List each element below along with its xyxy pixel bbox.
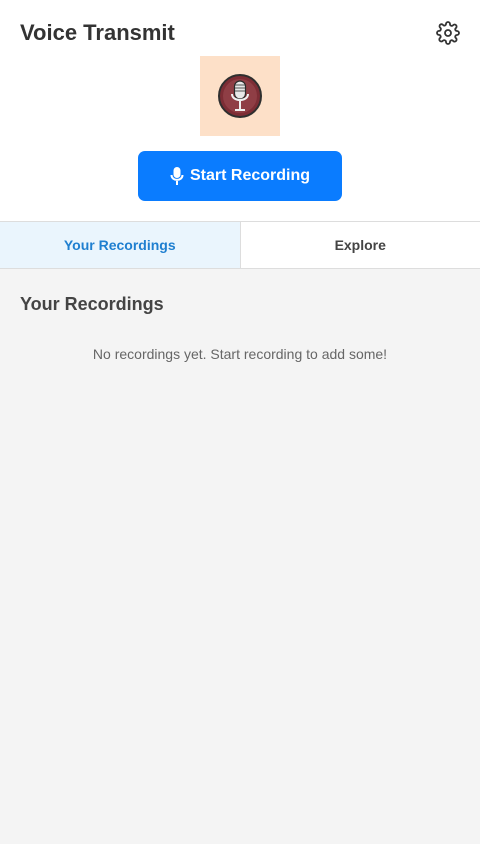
app-title: Voice Transmit [20, 20, 175, 45]
header: Voice Transmit Start Recording [0, 0, 480, 222]
empty-recordings-message: No recordings yet. Start recording to ad… [92, 346, 388, 362]
gear-icon [436, 21, 460, 45]
recordings-panel: Your Recordings No recordings yet. Start… [0, 269, 480, 844]
app-root: Voice Transmit Start Recording Your Reco… [0, 0, 480, 844]
app-logo [200, 56, 280, 136]
settings-button[interactable] [434, 19, 462, 47]
microphone-logo-icon [218, 74, 262, 118]
start-recording-button[interactable]: Start Recording [138, 151, 342, 201]
tab-bar: Your Recordings Explore [0, 221, 480, 269]
tab-explore[interactable]: Explore [240, 222, 480, 268]
recordings-section-title: Your Recordings [20, 294, 164, 314]
microphone-icon [170, 166, 184, 186]
start-recording-label: Start Recording [189, 167, 310, 184]
tab-your-recordings[interactable]: Your Recordings [0, 222, 241, 268]
